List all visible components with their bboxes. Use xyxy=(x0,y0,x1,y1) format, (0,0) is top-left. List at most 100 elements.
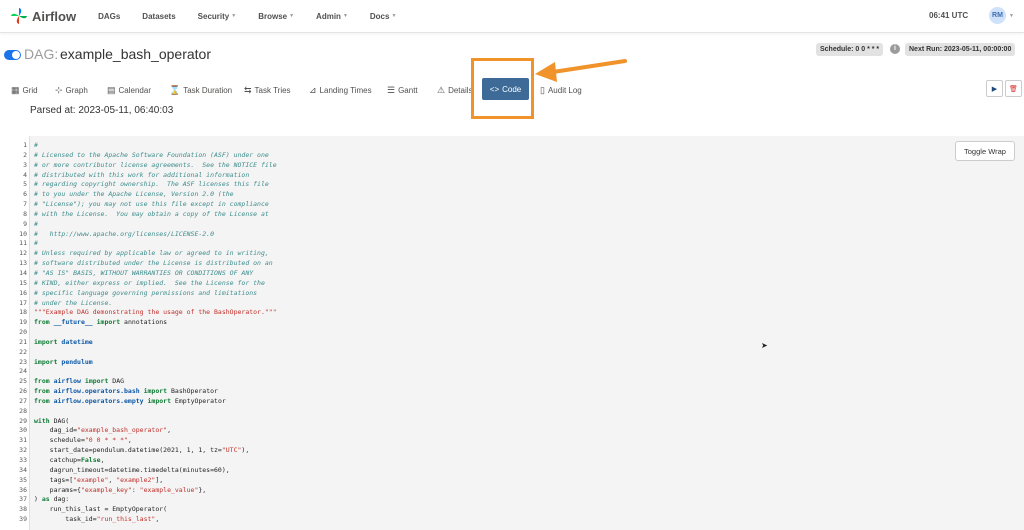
line-number: 7 xyxy=(23,200,27,209)
line-number: 33 xyxy=(19,456,27,464)
line-number: 11 xyxy=(19,239,27,248)
code-line: # KIND, either express or implied. See t… xyxy=(34,278,265,287)
code-line: # regarding copyright ownership. The ASF… xyxy=(34,180,269,189)
code-line: from airflow import DAG xyxy=(34,377,125,386)
nav-docs[interactable]: Docs ▼ xyxy=(370,12,397,21)
line-number: 3 xyxy=(23,160,27,169)
code-line: # Licensed to the Apache Software Founda… xyxy=(34,150,269,159)
line-number: 22 xyxy=(19,347,27,356)
code-line: tags=["example", "example2"], xyxy=(34,475,164,484)
retry-icon: ⇆ xyxy=(244,84,252,95)
code-line: run_this_last = EmptyOperator( xyxy=(34,505,168,514)
code-line: # or more contributor license agreements… xyxy=(34,160,277,169)
dag-title: example_bash_operator xyxy=(60,46,211,62)
tab-landing-times[interactable]: ⊿ Landing Times xyxy=(309,84,372,96)
nav-datasets[interactable]: Datasets xyxy=(142,12,175,21)
line-number: 31 xyxy=(19,436,27,445)
line-number: 25 xyxy=(19,377,27,386)
code-line: # http://www.apache.org/licenses/LICENSE… xyxy=(34,229,215,238)
tab-task-duration[interactable]: ⌛ Task Duration xyxy=(169,84,232,96)
nav-browse[interactable]: Browse ▼ xyxy=(258,12,294,21)
audit-log-icon: ▯ xyxy=(540,84,545,95)
navbar: Airflow DAGs Datasets Security ▼ Browse ▼ … xyxy=(0,0,1024,33)
line-numbers: 1 2 3 4 5 6 7 8 9 10 11 12 13 14 15 16 17 18 19 20 21 22 23 24 2… xyxy=(0,141,27,525)
code-line: from airflow.operators.bash import BashO… xyxy=(34,387,218,396)
code-line: params={"example_key": "example_value"}, xyxy=(34,485,207,494)
airflow-pinwheel-icon xyxy=(10,7,28,25)
tab-gantt[interactable]: ☰ Gantt xyxy=(387,84,418,96)
code-line: catchup=False, xyxy=(34,456,105,464)
line-number: 6 xyxy=(23,190,27,199)
line-number: 18 xyxy=(19,308,27,317)
schedule-badge: Schedule: 0 0 * * * xyxy=(816,43,884,56)
code-line: task_id="run_this_last", xyxy=(34,515,160,524)
delete-dag-button[interactable]: 🗑 xyxy=(1005,80,1022,97)
user-avatar[interactable]: RM xyxy=(989,7,1006,24)
info-icon[interactable]: i xyxy=(890,44,900,54)
line-number: 27 xyxy=(19,396,27,405)
tab-task-tries[interactable]: ⇆ Task Tries xyxy=(244,84,291,96)
utc-clock[interactable]: 06:41 UTC xyxy=(929,11,968,20)
tab-details[interactable]: ⚠ Details xyxy=(437,84,473,96)
code-line: # software distributed under the License… xyxy=(34,259,273,268)
line-number: 19 xyxy=(19,318,27,327)
code-line: # xyxy=(34,219,38,228)
line-number: 5 xyxy=(23,180,27,189)
hourglass-icon: ⌛ xyxy=(169,84,181,95)
tab-grid[interactable]: ▦ Grid xyxy=(11,84,38,96)
code-line: import datetime xyxy=(34,337,93,346)
line-number: 1 xyxy=(23,141,27,149)
line-number: 29 xyxy=(19,416,27,425)
code-line: start_date=pendulum.datetime(2021, 1, 1,… xyxy=(34,446,250,455)
chevron-down-icon: ▼ xyxy=(391,13,397,19)
dag-pause-toggle[interactable] xyxy=(4,50,21,60)
code-line: # xyxy=(34,239,38,248)
dag-label: DAG: xyxy=(24,46,59,62)
code-line: from __future__ import annotations xyxy=(34,318,168,327)
line-number: 2 xyxy=(23,150,27,159)
gantt-icon: ☰ xyxy=(387,84,396,95)
line-number: 9 xyxy=(23,219,27,228)
chevron-down-icon: ▼ xyxy=(289,13,295,19)
next-run-badge: Next Run: 2023-05-11, 00:00:00 xyxy=(905,43,1016,56)
code-block[interactable]: # # Licensed to the Apache Software Found… xyxy=(34,141,277,525)
code-line: dagrun_timeout=datetime.timedelta(minute… xyxy=(34,465,230,474)
line-number: 38 xyxy=(19,505,27,514)
graph-icon: ⊹ xyxy=(55,84,63,95)
nav-admin[interactable]: Admin ▼ xyxy=(316,12,348,21)
tab-calendar[interactable]: ▤ Calendar xyxy=(107,84,151,96)
code-line: # specific language governing permission… xyxy=(34,288,258,297)
code-line: # with the License. You may obtain a cop… xyxy=(34,209,269,218)
mouse-cursor-icon: ➤ xyxy=(761,341,768,350)
grid-icon: ▦ xyxy=(11,84,20,95)
chevron-down-icon: ▼ xyxy=(1009,13,1014,19)
code-line: # xyxy=(34,141,38,149)
line-number: 24 xyxy=(19,367,27,376)
highlight-box xyxy=(471,58,534,119)
code-line: # "License"); you may not use this file … xyxy=(34,200,269,209)
nav-dags[interactable]: DAGs xyxy=(98,12,120,21)
code-line: from airflow.operators.empty import Empt… xyxy=(34,396,226,405)
line-number: 23 xyxy=(19,357,27,366)
airflow-logo[interactable]: Airflow xyxy=(10,7,76,25)
trash-icon: 🗑 xyxy=(1009,85,1018,93)
tab-audit-log[interactable]: ▯ Audit Log xyxy=(540,84,582,96)
line-number: 21 xyxy=(19,337,27,346)
trigger-dag-button[interactable]: ▶ xyxy=(986,80,1003,97)
brand-name: Airflow xyxy=(32,8,77,24)
code-line: ) as dag: xyxy=(34,495,70,504)
line-number: 16 xyxy=(19,288,27,297)
line-number: 12 xyxy=(19,249,27,258)
nav-security[interactable]: Security ▼ xyxy=(198,12,237,21)
code-line: import pendulum xyxy=(34,357,93,366)
line-number: 32 xyxy=(19,446,27,455)
tab-graph[interactable]: ⊹ Graph xyxy=(55,84,88,96)
code-line: # Unless required by applicable law or a… xyxy=(34,249,269,258)
toggle-wrap-button[interactable]: Toggle Wrap xyxy=(955,141,1015,161)
chevron-down-icon: ▼ xyxy=(342,13,348,19)
code-line: with DAG( xyxy=(34,416,70,425)
line-number: 15 xyxy=(19,278,27,287)
line-number: 4 xyxy=(23,170,27,179)
